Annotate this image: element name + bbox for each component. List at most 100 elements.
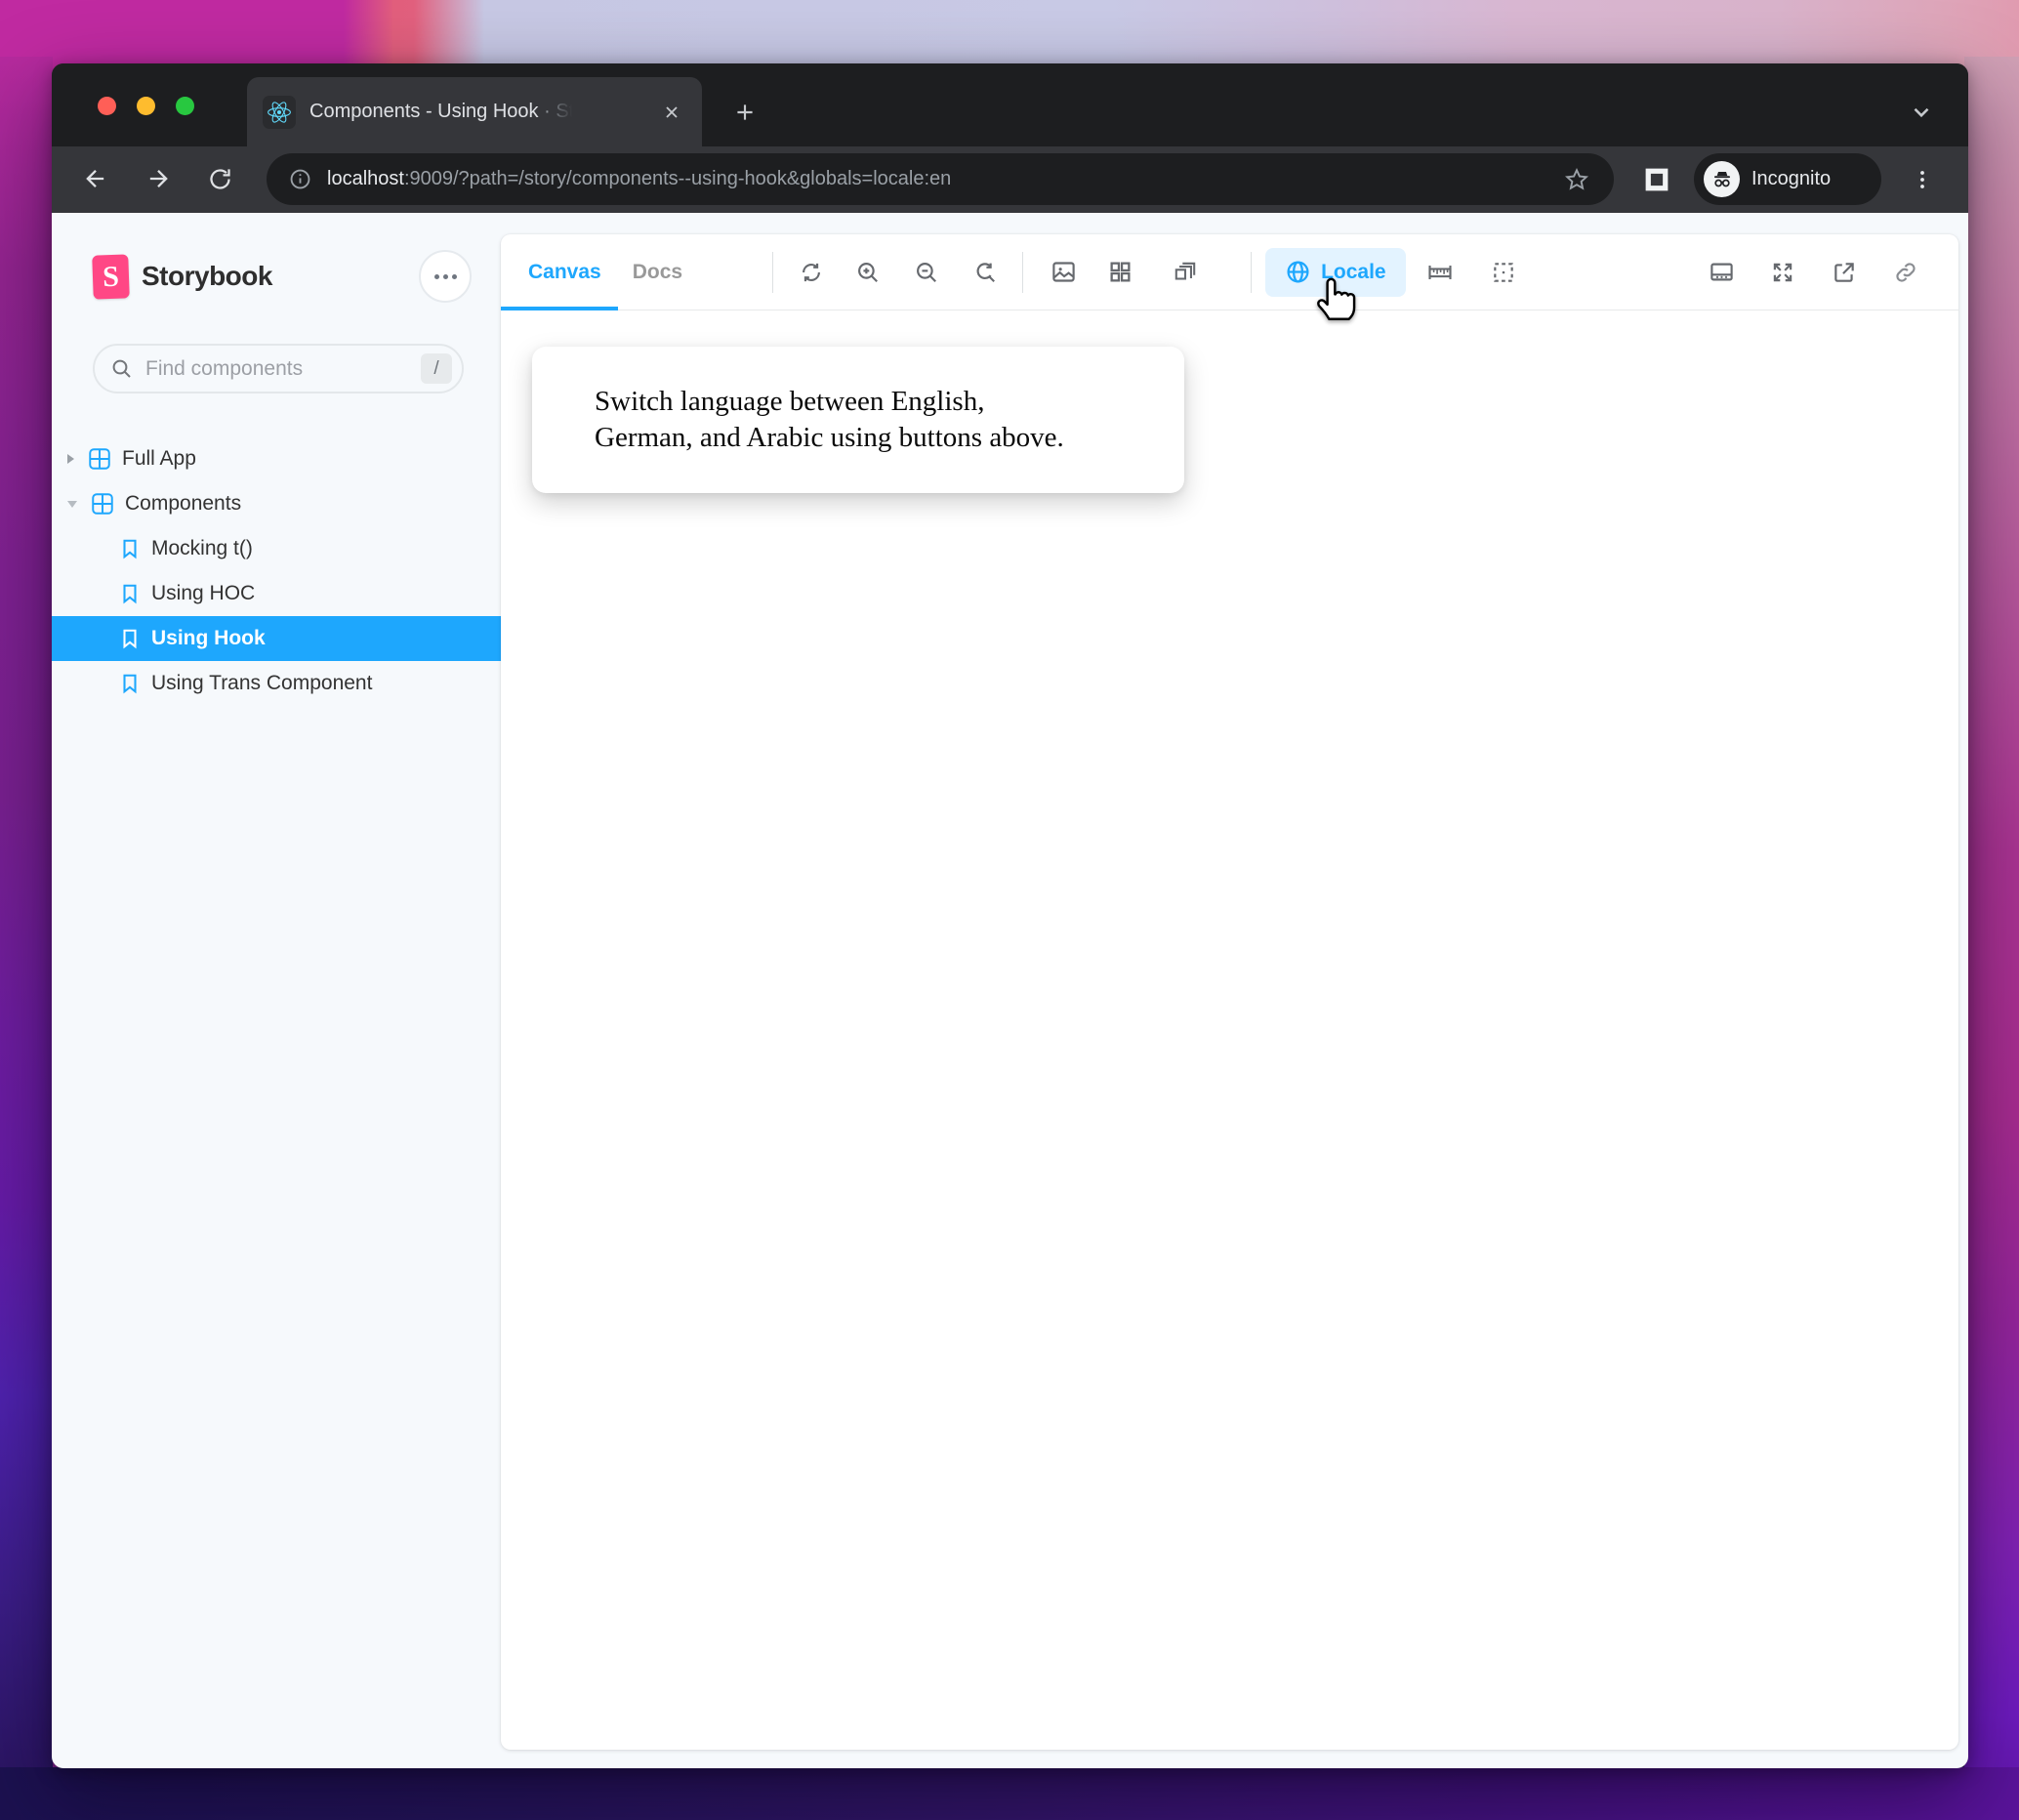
caret-right-icon [67, 454, 74, 464]
story-card: Switch language between English,German, … [532, 347, 1184, 493]
incognito-badge: Incognito [1694, 153, 1881, 205]
copy-link-button[interactable] [1882, 249, 1929, 296]
zoom-out-icon [914, 260, 939, 285]
tree-story-mocking-t[interactable]: Mocking t() [52, 526, 501, 571]
tree-story-using-hook-selected[interactable]: Using Hook [52, 616, 501, 661]
caret-down-icon [67, 501, 77, 508]
tree-group-full-app[interactable]: Full App [52, 436, 501, 481]
search-input[interactable]: Find components / [93, 344, 464, 393]
component-tree: Full App Components Mocking t() [52, 436, 501, 706]
ruler-icon [1426, 259, 1454, 286]
preview-area: Canvas Docs [501, 213, 1968, 1768]
side-panel-icon [1642, 165, 1671, 194]
grid-button[interactable] [1096, 249, 1143, 296]
plus-icon [732, 100, 758, 125]
url-text: localhost:9009/?path=/story/components--… [327, 168, 1557, 190]
tab-search-button[interactable] [1900, 93, 1943, 132]
star-icon [1564, 167, 1589, 192]
component-icon [88, 447, 111, 471]
outline-button[interactable] [1480, 249, 1527, 296]
reload-icon [207, 166, 233, 192]
zoom-reset-button[interactable] [962, 249, 1009, 296]
tab-docs[interactable]: Docs [617, 234, 698, 310]
backgrounds-button[interactable] [1040, 249, 1087, 296]
image-icon [1051, 259, 1077, 285]
browser-tab[interactable]: Components - Using Hook · St [247, 77, 702, 146]
bookmark-icon [119, 538, 141, 559]
zoom-out-button[interactable] [903, 249, 950, 296]
tab-strip: Components - Using Hook · St [52, 63, 1968, 146]
new-tab-button[interactable] [725, 93, 764, 132]
canvas-panel: Canvas Docs [501, 234, 1958, 1750]
sidebar: S Storybook Find components / Full [52, 213, 501, 1768]
traffic-minimize-button[interactable] [137, 97, 155, 115]
bottom-panel-icon [1709, 259, 1735, 285]
traffic-zoom-button[interactable] [176, 97, 194, 115]
forward-button[interactable] [134, 154, 183, 203]
url-bar[interactable]: localhost:9009/?path=/story/components--… [267, 153, 1614, 205]
close-icon [662, 103, 681, 122]
component-icon [91, 492, 114, 516]
tab-canvas[interactable]: Canvas [513, 234, 617, 310]
tab-close-button[interactable] [657, 98, 686, 127]
canvas-toolbar: Canvas Docs [501, 234, 1958, 310]
storybook-app: S Storybook Find components / Full [52, 213, 1968, 1768]
tree-story-using-hoc[interactable]: Using HOC [52, 571, 501, 616]
browser-window: Components - Using Hook · St [52, 63, 1968, 1768]
kebab-menu-icon [1911, 168, 1934, 191]
measure-button[interactable] [1417, 249, 1463, 296]
side-panel-button[interactable] [1633, 156, 1680, 203]
link-icon [1893, 260, 1918, 285]
outline-dashed-icon [1491, 260, 1516, 285]
sidebar-menu-button[interactable] [419, 250, 472, 303]
bookmark-icon [119, 583, 141, 604]
desktop: Components - Using Hook · St [0, 0, 2019, 1820]
react-favicon-icon [263, 96, 296, 129]
divider [772, 252, 773, 293]
arrow-right-icon [144, 165, 172, 192]
browser-toolbar: localhost:9009/?path=/story/components--… [52, 146, 1968, 213]
browser-menu-button[interactable] [1901, 156, 1944, 203]
search-placeholder: Find components [145, 357, 421, 381]
incognito-label: Incognito [1751, 168, 1831, 190]
back-button[interactable] [71, 154, 120, 203]
zoom-reset-icon [972, 260, 998, 285]
bookmark-icon [119, 628, 141, 649]
wallpaper-bottom-band [0, 1767, 2019, 1820]
story-text: Switch language between English,German, … [595, 384, 1145, 456]
grid-icon [1108, 260, 1133, 284]
sync-icon [799, 260, 824, 285]
storybook-logo: S [92, 254, 130, 299]
brand-row: S Storybook [93, 248, 472, 305]
arrow-left-icon [82, 165, 109, 192]
wallpaper-left-band [0, 57, 53, 1820]
zoom-in-button[interactable] [845, 249, 891, 296]
divider [1251, 252, 1252, 293]
remount-button[interactable] [788, 249, 835, 296]
open-canvas-new-tab-button[interactable] [1821, 249, 1868, 296]
fullscreen-button[interactable] [1759, 249, 1806, 296]
search-icon [110, 357, 134, 381]
bookmark-star-button[interactable] [1557, 160, 1596, 199]
slash-shortcut-badge: / [421, 353, 452, 384]
stacked-frames-icon [1173, 260, 1198, 285]
cursor-pointer [1308, 269, 1363, 324]
wallpaper-right-band [1964, 57, 2019, 1820]
chevron-down-icon [1909, 100, 1934, 125]
divider [1022, 252, 1023, 293]
tree-group-components[interactable]: Components [52, 481, 501, 526]
fullscreen-arrows-icon [1770, 260, 1795, 285]
incognito-icon [1704, 161, 1740, 197]
zoom-in-icon [855, 260, 881, 285]
traffic-close-button[interactable] [98, 97, 116, 115]
story-canvas: Switch language between English,German, … [501, 310, 1958, 1749]
bookmark-icon [119, 673, 141, 694]
tree-story-using-trans-component[interactable]: Using Trans Component [52, 661, 501, 706]
site-info-icon[interactable] [282, 162, 317, 197]
toolbar-right-group [1698, 249, 1958, 296]
viewport-button[interactable] [1162, 249, 1209, 296]
panel-position-button[interactable] [1698, 249, 1745, 296]
reload-button[interactable] [195, 154, 244, 203]
brand-title: Storybook [142, 261, 272, 292]
tab-title: Components - Using Hook · St [309, 101, 651, 123]
